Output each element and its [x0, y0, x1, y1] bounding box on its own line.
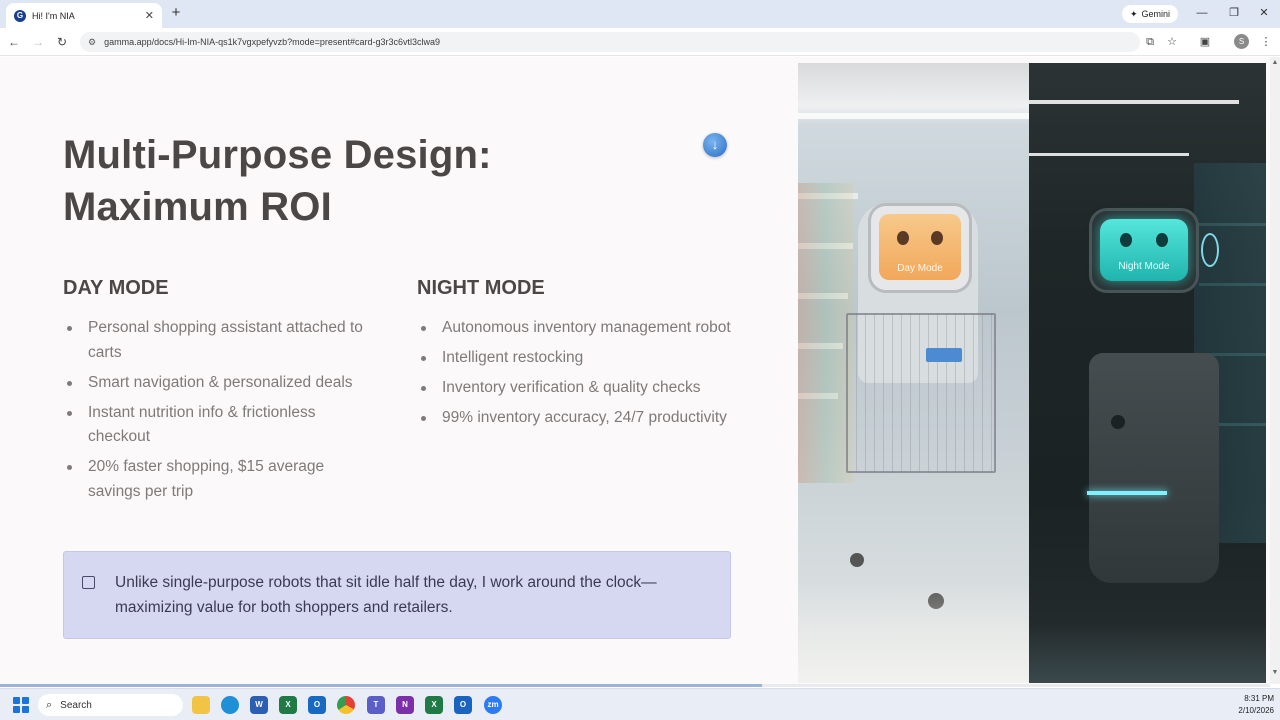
chrome-icon[interactable] — [337, 696, 355, 714]
list-item: Inventory verification & quality checks — [417, 376, 737, 401]
presentation-progress-fill — [0, 684, 762, 687]
new-tab-icon[interactable]: + — [169, 5, 183, 21]
excel-alt-icon[interactable]: X — [425, 696, 443, 714]
list-item: 20% faster shopping, $15 average savings… — [63, 455, 373, 504]
day-mode-column: DAY MODE Personal shopping assistant att… — [63, 277, 373, 510]
outlook-alt-icon[interactable]: O — [454, 696, 472, 714]
side-panel-icon[interactable]: ▣ — [1197, 34, 1213, 50]
bullet-dot-icon — [67, 380, 72, 386]
gamma-favicon-icon: G — [14, 9, 26, 22]
windows-taskbar: ⌕ Search W X O T N X O zm 8:31 PM 2/10/2… — [0, 688, 1280, 720]
tab-title: Hi! I'm NIA — [32, 10, 75, 21]
browser-tab[interactable]: G Hi! I'm NIA ✕ — [6, 3, 162, 28]
outlook-icon[interactable]: O — [308, 696, 326, 714]
taskbar-search[interactable]: ⌕ Search — [38, 694, 183, 716]
bullet-dot-icon — [67, 465, 72, 470]
page-scrollbar[interactable]: ▲ ▼ — [1270, 57, 1280, 684]
edge-icon[interactable] — [221, 696, 239, 714]
word-icon[interactable]: W — [250, 696, 268, 714]
gemini-button[interactable]: ✦ Gemini — [1122, 5, 1179, 23]
gamma-badge-icon[interactable]: ↓ — [703, 133, 727, 157]
title-line-2: Maximum ROI — [63, 185, 332, 229]
night-screen-text: Night Mode — [1118, 261, 1170, 272]
onenote-icon[interactable]: N — [396, 696, 414, 714]
bookmark-star-icon[interactable]: ☆ — [1164, 34, 1180, 50]
night-mode-list: Autonomous inventory management robot In… — [417, 316, 737, 431]
close-tab-icon[interactable]: ✕ — [145, 9, 154, 22]
night-mode-heading: NIGHT MODE — [417, 277, 545, 299]
list-item: 99% inventory accuracy, 24/7 productivit… — [417, 406, 737, 431]
list-item: Smart navigation & personalized deals — [63, 371, 373, 396]
forward-arrow-icon[interactable]: → — [30, 34, 46, 50]
night-robot-head: Night Mode — [1089, 208, 1199, 293]
robot-modes-photo: Day Mode Night Mode — [798, 63, 1266, 683]
day-mode-photo: Day Mode — [798, 63, 1029, 683]
profile-avatar[interactable]: S — [1234, 34, 1249, 49]
presentation-progress-bar — [0, 684, 1270, 687]
teams-icon[interactable]: T — [367, 696, 385, 714]
bullet-dot-icon — [67, 326, 72, 331]
browser-toolbar: ← → ↻ ⚙ gamma.app/docs/Hi-Im-NIA-qs1k7vg… — [0, 28, 1280, 56]
close-window-icon[interactable]: ✕ — [1256, 5, 1272, 21]
reload-icon[interactable]: ↻ — [54, 34, 70, 50]
windows-start-icon[interactable] — [13, 697, 29, 713]
bullet-dot-icon — [421, 416, 426, 421]
file-explorer-icon[interactable] — [192, 696, 210, 714]
address-bar[interactable]: ⚙ gamma.app/docs/Hi-Im-NIA-qs1k7vgxpefyv… — [80, 32, 1140, 52]
day-screen-text: Day Mode — [897, 263, 943, 274]
day-mode-list: Personal shopping assistant attached to … — [63, 316, 373, 504]
gemini-sparkle-icon: ✦ — [1130, 8, 1138, 19]
site-settings-icon[interactable]: ⚙ — [88, 37, 96, 48]
list-item: Intelligent restocking — [417, 346, 737, 371]
restore-icon[interactable]: ❐ — [1226, 5, 1242, 21]
scroll-down-icon[interactable]: ▼ — [1271, 669, 1279, 676]
excel-icon[interactable]: X — [279, 696, 297, 714]
night-mode-column: NIGHT MODE Autonomous inventory manageme… — [417, 277, 737, 436]
list-item: Instant nutrition info & frictionless ch… — [63, 401, 373, 450]
day-robot-head: Day Mode — [868, 203, 972, 293]
note-icon — [82, 576, 95, 589]
tab-strip: G Hi! I'm NIA ✕ + ✦ Gemini — ❐ ✕ — [0, 0, 1280, 28]
gemini-label: Gemini — [1141, 9, 1171, 19]
bullet-dot-icon — [421, 356, 426, 361]
clock-time: 8:31 PM — [1244, 694, 1274, 703]
callout-text: Unlike single-purpose robots that sit id… — [115, 574, 657, 616]
list-item: Personal shopping assistant attached to … — [63, 316, 373, 365]
day-mode-heading: DAY MODE — [63, 277, 169, 299]
bullet-dot-icon — [67, 410, 72, 416]
list-item: Autonomous inventory management robot — [417, 316, 737, 341]
url-text: gamma.app/docs/Hi-Im-NIA-qs1k7vgxpefyvzb… — [104, 37, 440, 47]
bullet-dot-icon — [421, 326, 426, 331]
callout-box: Unlike single-purpose robots that sit id… — [63, 551, 731, 639]
scroll-up-icon[interactable]: ▲ — [1271, 59, 1279, 66]
minimize-icon[interactable]: — — [1194, 5, 1210, 21]
back-arrow-icon[interactable]: ← — [6, 34, 22, 50]
presentation-slide: Multi-Purpose Design: Maximum ROI ↓ DAY … — [0, 57, 1270, 684]
install-app-icon[interactable]: ⧉ — [1142, 34, 1158, 50]
zoom-icon[interactable]: zm — [484, 696, 502, 714]
clock-date: 2/10/2026 — [1238, 706, 1274, 715]
slide-title: Multi-Purpose Design: Maximum ROI — [63, 129, 663, 233]
search-icon: ⌕ — [46, 698, 53, 711]
taskbar-search-label: Search — [60, 699, 92, 711]
bullet-dot-icon — [421, 386, 426, 391]
title-line-1: Multi-Purpose Design: — [63, 133, 492, 177]
more-menu-icon[interactable]: ⋮ — [1258, 34, 1274, 50]
night-mode-photo: Night Mode — [1029, 63, 1266, 683]
system-clock[interactable]: 8:31 PM 2/10/2026 — [1222, 693, 1274, 717]
